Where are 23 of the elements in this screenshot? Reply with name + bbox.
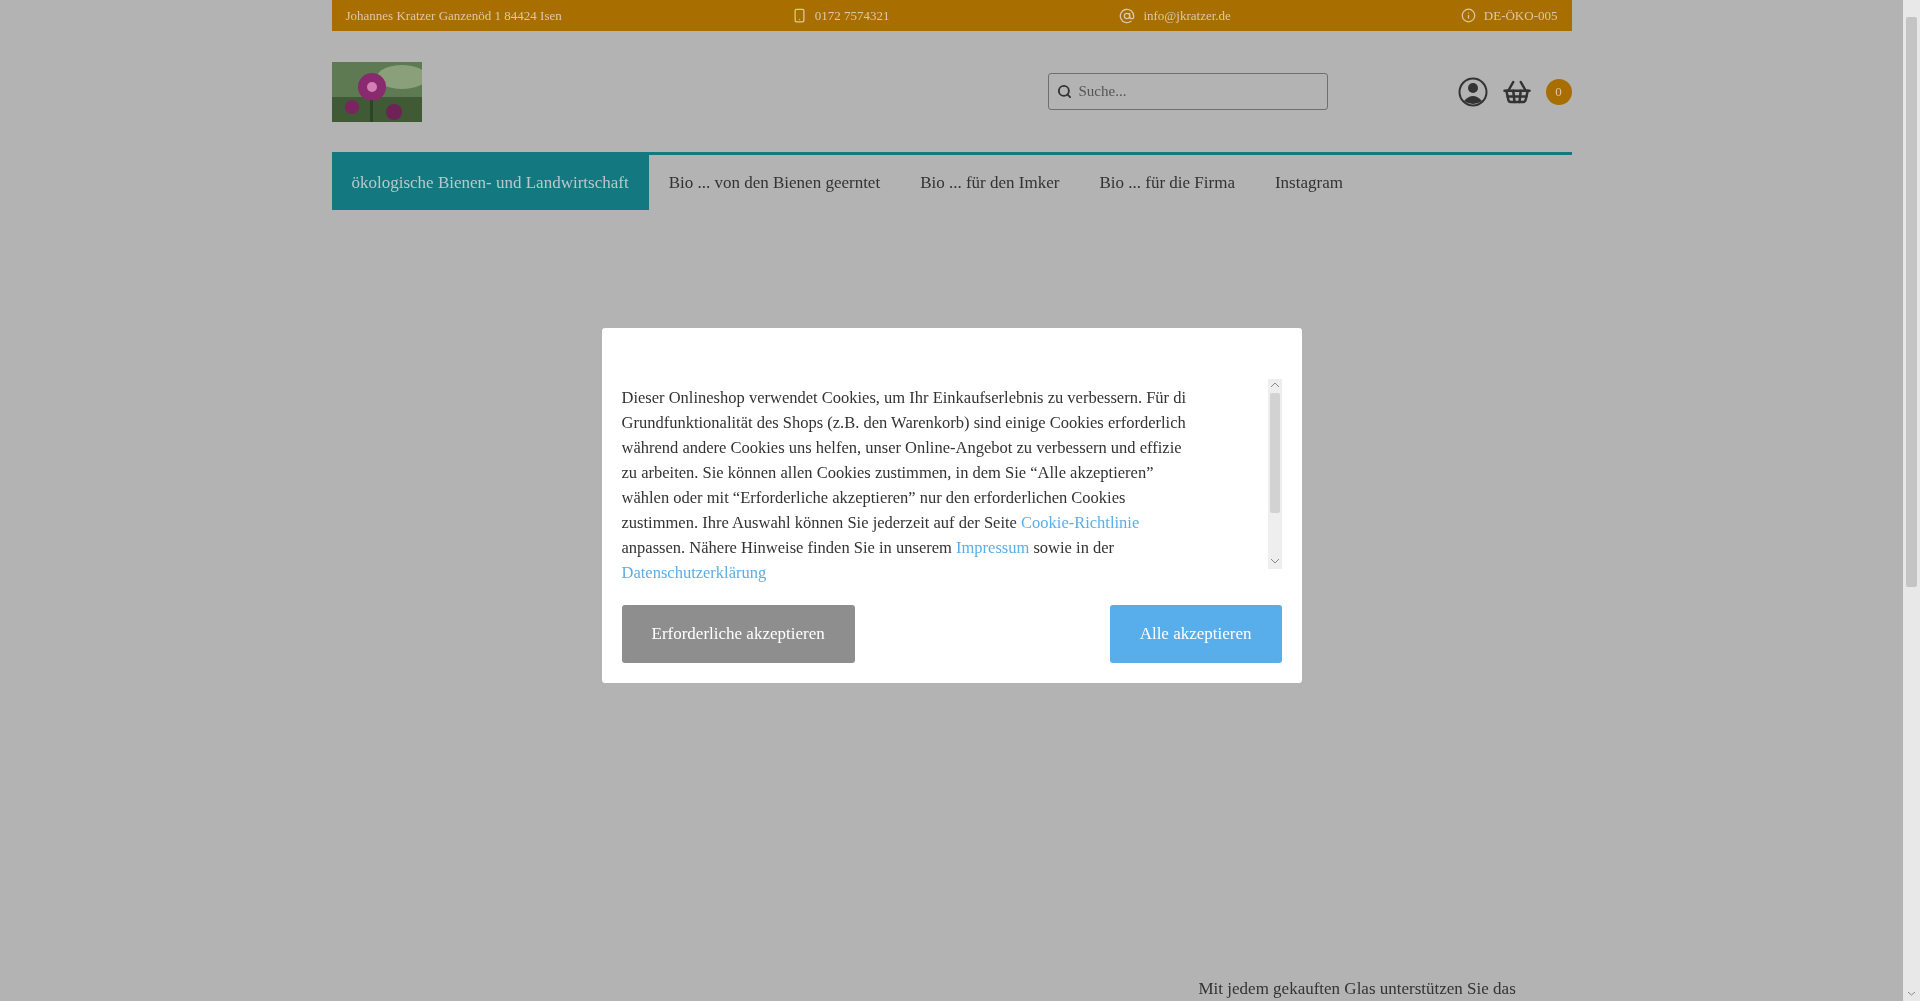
nav-tab[interactable]: Bio ... von den Bienen geerntet	[648, 155, 901, 210]
accept-button[interactable]: Alle akzeptieren	[1109, 605, 1282, 663]
email-link[interactable]: info@jkratzer.de	[1143, 7, 1231, 24]
text-link[interactable]: Datenschutzerklärung	[621, 563, 767, 582]
phone-icon	[791, 8, 807, 23]
teaser-text: Mit jedem gekauften Glas unterstützen Sie das	[1198, 979, 1517, 1000]
phone-text: 0172 7574321	[814, 7, 890, 24]
certificate-text: DE-ÖKO-005	[1483, 7, 1558, 24]
nav-tab[interactable]: ökologische Bienen- und Landwirtschaft	[331, 155, 649, 210]
text-link[interactable]: Impressum	[956, 538, 1030, 557]
nav-tab[interactable]: Bio ... für den Imker	[900, 155, 1080, 210]
info-icon	[1460, 8, 1476, 23]
at-icon	[1119, 7, 1136, 24]
user-icon[interactable]	[1457, 76, 1488, 107]
nav-tab[interactable]: Instagram	[1254, 155, 1363, 210]
text-link[interactable]: Cookie-Richtlinie	[1021, 513, 1140, 532]
cookie-notice-text: Dieser Onlineshop verwendet Cookies, um Ihr Einkaufserlebnis zu verbessern. Für di Grundfunktionalität des Shops (z.B. den Warenkorb) sind einige Cookies erforderlich während andere Cookies uns helfen, unser Online-Angebot zu verbessern und effizie zu arbeiten. Sie können allen Cookies zustimmen, in dem Sie “Alle akzeptieren” wählen oder mit “Erforderliche akzeptieren” nur den erforderlichen Cookies zustimmen. Ihre Auswahl können Sie jederzeit auf der Seite Cookie-Richtlinie anpassen. Nähere Hinweise finden Sie in unserem Impressum sowie in der Datenschutzerklärung	[621, 387, 1188, 584]
address-text: Johannes Kratzer Ganzenöd 1 84424 Isen	[345, 7, 562, 24]
search-icon	[1056, 84, 1072, 99]
cart-count-badge: 0	[1545, 78, 1572, 105]
nav-tab[interactable]: Bio ... für die Firma	[1079, 155, 1255, 210]
accept-button[interactable]: Erforderliche akzeptieren	[621, 605, 855, 663]
search-field[interactable]: Suche...	[1047, 73, 1328, 110]
